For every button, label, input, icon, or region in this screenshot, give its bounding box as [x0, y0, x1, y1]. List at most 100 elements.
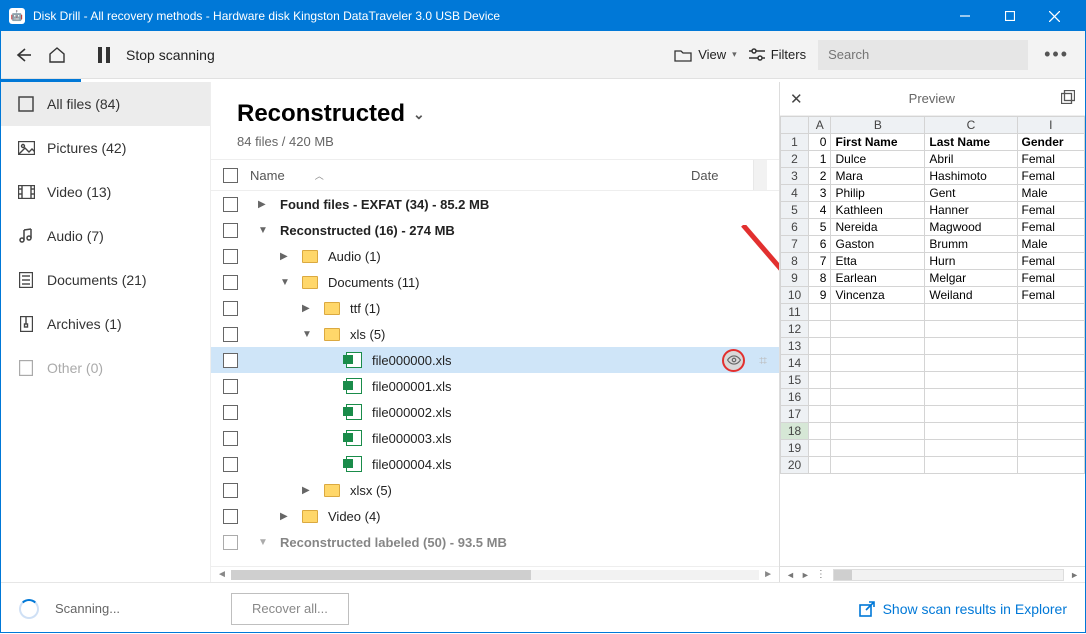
folder-row[interactable]: ▶ Found files - EXFAT (34) - 85.2 MB	[211, 191, 779, 217]
folder-row[interactable]: ▶Video (4)	[211, 503, 779, 529]
sidebar-item[interactable]: All files (84)	[1, 82, 210, 126]
sort-indicator-icon[interactable]: ︿	[315, 169, 324, 182]
sheet-row-header[interactable]: 3	[781, 168, 809, 185]
expand-caret[interactable]: ▼	[258, 537, 270, 548]
expand-caret[interactable]: ▶	[280, 251, 292, 262]
sheet-row-header[interactable]: 13	[781, 338, 809, 355]
stop-scanning-button[interactable]: Stop scanning	[126, 47, 215, 63]
folder-row[interactable]: ▼Reconstructed (16) - 274 MB	[211, 217, 779, 243]
recover-all-button[interactable]: Recover all...	[231, 593, 349, 625]
row-checkbox[interactable]	[223, 535, 238, 550]
popout-icon[interactable]	[1061, 90, 1075, 107]
sheet-row-header[interactable]: 10	[781, 287, 809, 304]
search-input[interactable]	[818, 40, 1028, 70]
row-checkbox[interactable]	[223, 353, 238, 368]
minimize-button[interactable]	[942, 1, 987, 31]
maximize-button[interactable]	[987, 1, 1032, 31]
row-checkbox[interactable]	[223, 431, 238, 446]
filters-button[interactable]: Filters	[749, 47, 806, 62]
row-label: file000001.xls	[372, 379, 767, 394]
sheet-row-header[interactable]: 6	[781, 219, 809, 236]
expand-caret[interactable]: ▶	[302, 303, 314, 314]
row-checkbox[interactable]	[223, 197, 238, 212]
sheet-row-header[interactable]: 9	[781, 270, 809, 287]
expand-caret[interactable]: ▼	[302, 329, 314, 340]
sliders-icon	[749, 48, 765, 62]
sheet-row-header[interactable]: 8	[781, 253, 809, 270]
row-label: Reconstructed labeled (50) - 93.5 MB	[280, 535, 767, 550]
sheet-col-header[interactable]: I	[1017, 117, 1084, 134]
sidebar-item[interactable]: Documents (21)	[1, 258, 210, 302]
sheet-col-header[interactable]: B	[831, 117, 925, 134]
row-checkbox[interactable]	[223, 405, 238, 420]
row-checkbox[interactable]	[223, 275, 238, 290]
sheet-row-header[interactable]: 4	[781, 185, 809, 202]
sheet-col-header[interactable]: C	[925, 117, 1017, 134]
row-checkbox[interactable]	[223, 457, 238, 472]
folder-icon	[302, 250, 318, 263]
file-row[interactable]: file000003.xls	[211, 425, 779, 451]
row-checkbox[interactable]	[223, 509, 238, 524]
sheet-nav[interactable]: ◄►⋮ ►	[780, 566, 1085, 582]
sheet-row-header[interactable]: 14	[781, 355, 809, 372]
sheet-row-header[interactable]: 1	[781, 134, 809, 151]
row-checkbox[interactable]	[223, 301, 238, 316]
back-button[interactable]	[13, 45, 33, 65]
row-checkbox[interactable]	[223, 249, 238, 264]
pause-icon[interactable]	[94, 45, 114, 65]
expand-caret[interactable]: ▶	[280, 511, 292, 522]
folder-row[interactable]: ▶Audio (1)	[211, 243, 779, 269]
sheet-row-header[interactable]: 18	[781, 423, 809, 440]
sidebar-item[interactable]: Video (13)	[1, 170, 210, 214]
sheet-row-header[interactable]: 11	[781, 304, 809, 321]
file-row[interactable]: file000000.xls⌗	[211, 347, 779, 373]
preview-eye-button[interactable]	[722, 349, 745, 372]
column-date[interactable]: Date	[691, 168, 741, 183]
more-menu-button[interactable]: •••	[1040, 44, 1073, 65]
content-heading[interactable]: Reconstructed ⌄	[237, 100, 753, 128]
sheet-col-header[interactable]: A	[809, 117, 831, 134]
audio-icon	[17, 227, 35, 245]
row-checkbox[interactable]	[223, 327, 238, 342]
folder-row[interactable]: ▶ttf (1)	[211, 295, 779, 321]
expand-caret[interactable]: ▼	[258, 225, 270, 236]
file-row[interactable]: file000002.xls	[211, 399, 779, 425]
show-in-explorer-link[interactable]: Show scan results in Explorer	[859, 601, 1067, 617]
row-label: xls (5)	[350, 327, 767, 342]
file-row[interactable]: file000001.xls	[211, 373, 779, 399]
sheet-row-header[interactable]: 7	[781, 236, 809, 253]
sheet-row-header[interactable]: 20	[781, 457, 809, 474]
sheet-row-header[interactable]: 15	[781, 372, 809, 389]
hex-icon[interactable]: ⌗	[759, 352, 767, 369]
row-checkbox[interactable]	[223, 483, 238, 498]
row-label: Found files - EXFAT (34) - 85.2 MB	[280, 197, 767, 212]
row-checkbox[interactable]	[223, 223, 238, 238]
sheet-row-header[interactable]: 2	[781, 151, 809, 168]
folder-row[interactable]: ▼Documents (11)	[211, 269, 779, 295]
close-preview-button[interactable]: ✕	[790, 90, 803, 108]
row-checkbox[interactable]	[223, 379, 238, 394]
sheet-col-header[interactable]	[781, 117, 809, 134]
sidebar-item[interactable]: Archives (1)	[1, 302, 210, 346]
sheet-row-header[interactable]: 12	[781, 321, 809, 338]
sidebar-item[interactable]: Audio (7)	[1, 214, 210, 258]
home-button[interactable]	[45, 45, 69, 65]
expand-caret[interactable]: ▶	[258, 199, 270, 210]
expand-caret[interactable]: ▶	[302, 485, 314, 496]
view-dropdown[interactable]: View ▾	[674, 47, 736, 62]
column-name[interactable]: Name	[250, 168, 285, 183]
folder-row[interactable]: ▼ Reconstructed labeled (50) - 93.5 MB	[211, 529, 779, 555]
folder-row[interactable]: ▼ xls (5)	[211, 321, 779, 347]
horizontal-scrollbar[interactable]: ◄►	[211, 566, 779, 582]
folder-row[interactable]: ▶xlsx (5)	[211, 477, 779, 503]
sidebar-item[interactable]: Other (0)	[1, 346, 210, 390]
sheet-row-header[interactable]: 5	[781, 202, 809, 219]
sheet-row-header[interactable]: 16	[781, 389, 809, 406]
file-row[interactable]: file000004.xls	[211, 451, 779, 477]
sidebar-item[interactable]: Pictures (42)	[1, 126, 210, 170]
select-all-checkbox[interactable]	[223, 168, 238, 183]
sheet-row-header[interactable]: 19	[781, 440, 809, 457]
close-button[interactable]	[1032, 1, 1077, 31]
sheet-row-header[interactable]: 17	[781, 406, 809, 423]
expand-caret[interactable]: ▼	[280, 277, 292, 288]
